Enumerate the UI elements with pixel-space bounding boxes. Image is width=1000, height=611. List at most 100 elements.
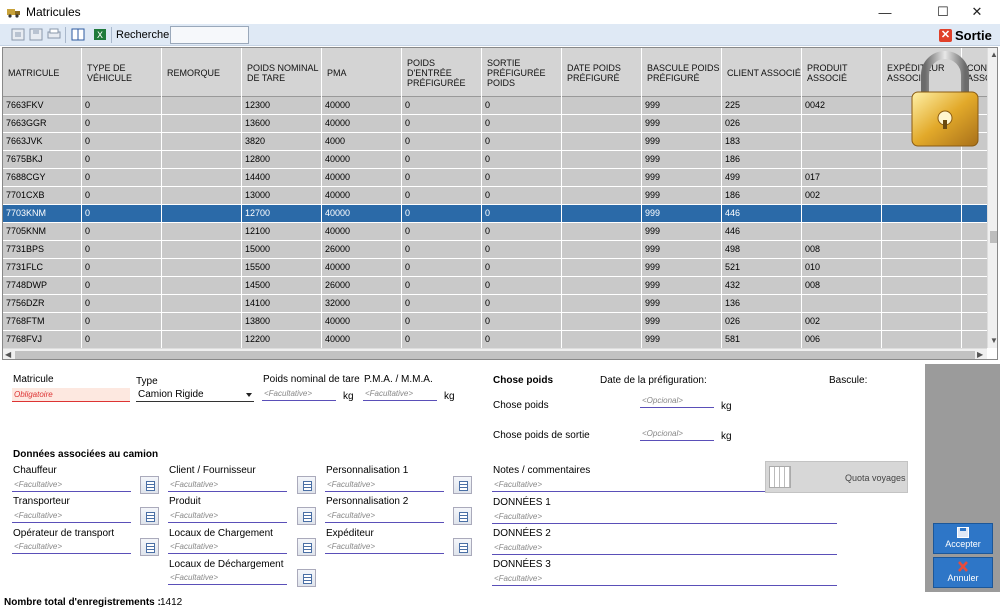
- column-header[interactable]: SORTIE PRÉFIGURÉE POIDS: [482, 48, 562, 97]
- column-header[interactable]: REMORQUE: [162, 48, 242, 97]
- column-header[interactable]: PMA: [322, 48, 402, 97]
- excel-icon[interactable]: X: [92, 27, 108, 42]
- scroll-right-icon[interactable]: ▶: [977, 350, 983, 359]
- cancel-button[interactable]: Annuler: [933, 557, 993, 588]
- donnees2-input[interactable]: <Facultative>: [492, 541, 837, 555]
- table-row[interactable]: 7688CGY 0 14400 40000 0 0 999 499 017: [3, 169, 987, 187]
- table-cell: [162, 295, 242, 312]
- locaux-dechargement-input[interactable]: <Facultative>: [168, 571, 287, 585]
- table-cell: 0: [82, 331, 162, 348]
- horizontal-scrollbar[interactable]: ◀ ▶: [3, 348, 987, 359]
- table-cell: 0: [482, 331, 562, 348]
- expediteur-input[interactable]: <Facultative>: [325, 540, 444, 554]
- perso1-input[interactable]: <Facultative>: [325, 478, 444, 492]
- table-row[interactable]: 7768FTM 0 13800 40000 0 0 999 026 002: [3, 313, 987, 331]
- produit-input[interactable]: <Facultative>: [168, 509, 287, 523]
- table-cell: 0: [402, 331, 482, 348]
- exit-label: Sortie: [955, 28, 992, 43]
- print-icon[interactable]: [46, 27, 62, 42]
- table-cell: [962, 187, 987, 204]
- table-cell: 0: [482, 97, 562, 114]
- table-cell: 0: [402, 133, 482, 150]
- expediteur-lookup-button[interactable]: [453, 538, 472, 556]
- table-row[interactable]: 7663JVK 0 3820 4000 0 0 999 183: [3, 133, 987, 151]
- exit-button[interactable]: ✕ Sortie: [939, 27, 992, 44]
- table-row[interactable]: 7731BPS 0 15000 26000 0 0 999 498 008: [3, 241, 987, 259]
- notes-input[interactable]: <Facultative>: [492, 478, 766, 492]
- donnees3-input[interactable]: <Facultative>: [492, 572, 837, 586]
- operateur-lookup-button[interactable]: [140, 538, 159, 556]
- table-cell: [162, 223, 242, 240]
- vertical-scrollbar[interactable]: ▲ ▼: [987, 48, 997, 348]
- columns-icon[interactable]: [70, 27, 86, 42]
- locaux-chargement-lookup-button[interactable]: [297, 538, 316, 556]
- table-cell: 7731BPS: [3, 241, 82, 258]
- table-row[interactable]: 7705KNM 0 12100 40000 0 0 999 446: [3, 223, 987, 241]
- column-header[interactable]: POIDS D'ENTRÉE PRÉFIGURÉE: [402, 48, 482, 97]
- horizontal-scroll-thumb[interactable]: [15, 351, 975, 359]
- first-record-icon[interactable]: [10, 27, 26, 42]
- perso2-input[interactable]: <Facultative>: [325, 509, 444, 523]
- table-row[interactable]: 7675BKJ 0 12800 40000 0 0 999 186: [3, 151, 987, 169]
- tare-input[interactable]: <Facultative>: [262, 387, 336, 401]
- vertical-scroll-thumb[interactable]: [990, 231, 997, 243]
- chose-poids-sortie-input[interactable]: <Opcional>: [640, 427, 714, 441]
- table-cell: [162, 169, 242, 186]
- padlock-icon[interactable]: [910, 50, 980, 148]
- table-row[interactable]: 7768FVJ 0 12200 40000 0 0 999 581 006: [3, 331, 987, 348]
- table-cell: 7703KNM: [3, 205, 82, 222]
- chauffeur-lookup-button[interactable]: [140, 476, 159, 494]
- table-cell: 008: [802, 277, 882, 294]
- column-header[interactable]: PRODUIT ASSOCIÉ: [802, 48, 882, 97]
- table-cell: 0: [482, 313, 562, 330]
- column-header[interactable]: TYPE DE VÉHICULE: [82, 48, 162, 97]
- search-input[interactable]: [170, 26, 249, 44]
- operateur-input[interactable]: <Facultative>: [12, 540, 131, 554]
- column-header[interactable]: MATRICULE: [3, 48, 82, 97]
- transporteur-input[interactable]: <Facultative>: [12, 509, 131, 523]
- column-header[interactable]: POIDS NOMINAL DE TARE: [242, 48, 322, 97]
- save-icon[interactable]: [28, 27, 44, 42]
- client-input[interactable]: <Facultative>: [168, 478, 287, 492]
- minimize-button[interactable]: —: [862, 0, 908, 24]
- accept-button[interactable]: Accepter: [933, 523, 993, 554]
- table-row[interactable]: 7731FLC 0 15500 40000 0 0 999 521 010: [3, 259, 987, 277]
- pma-input[interactable]: <Facultative>: [363, 387, 437, 401]
- scroll-left-icon[interactable]: ◀: [5, 350, 11, 359]
- matricule-input[interactable]: Obligatoire: [12, 388, 130, 402]
- column-header[interactable]: CLIENT ASSOCIÉ: [722, 48, 802, 97]
- table-cell: 0: [82, 115, 162, 132]
- table-row[interactable]: 7701CXB 0 13000 40000 0 0 999 186 002: [3, 187, 987, 205]
- table-cell: [882, 223, 962, 240]
- pma-unit: kg: [444, 391, 455, 402]
- scroll-down-icon[interactable]: ▼: [990, 336, 997, 345]
- client-lookup-button[interactable]: [297, 476, 316, 494]
- column-header[interactable]: DATE POIDS PRÉFIGURÉ: [562, 48, 642, 97]
- column-header[interactable]: BASCULE POIDS PRÉFIGURÉ: [642, 48, 722, 97]
- table-cell: 0: [482, 169, 562, 186]
- table-row[interactable]: 7703KNM 0 12700 40000 0 0 999 446: [3, 205, 987, 223]
- table-cell: 7768FTM: [3, 313, 82, 330]
- table-cell: [962, 259, 987, 276]
- donnees1-input[interactable]: <Facultative>: [492, 510, 837, 524]
- scroll-up-icon[interactable]: ▲: [990, 50, 997, 59]
- chauffeur-input[interactable]: <Facultative>: [12, 478, 131, 492]
- table-row[interactable]: 7748DWP 0 14500 26000 0 0 999 432 008: [3, 277, 987, 295]
- type-select[interactable]: Camion Rigide: [136, 388, 254, 402]
- transporteur-lookup-button[interactable]: [140, 507, 159, 525]
- produit-lookup-button[interactable]: [297, 507, 316, 525]
- chose-poids-input[interactable]: <Opcional>: [640, 394, 714, 408]
- close-button[interactable]: ✕: [954, 0, 1000, 24]
- locaux-dechargement-lookup-button[interactable]: [297, 569, 316, 587]
- locaux-chargement-input[interactable]: <Facultative>: [168, 540, 287, 554]
- table-row[interactable]: 7756DZR 0 14100 32000 0 0 999 136: [3, 295, 987, 313]
- table-row[interactable]: 7663FKV 0 12300 40000 0 0 999 225 0042: [3, 97, 987, 115]
- perso2-lookup-button[interactable]: [453, 507, 472, 525]
- table-cell: 40000: [322, 169, 402, 186]
- table-row[interactable]: 7663GGR 0 13600 40000 0 0 999 026: [3, 115, 987, 133]
- chevron-down-icon[interactable]: [246, 393, 252, 397]
- table-icon: [769, 466, 791, 488]
- quota-voyages-button[interactable]: Quota voyages: [765, 461, 908, 493]
- perso1-lookup-button[interactable]: [453, 476, 472, 494]
- window-title: Matricules: [26, 5, 81, 19]
